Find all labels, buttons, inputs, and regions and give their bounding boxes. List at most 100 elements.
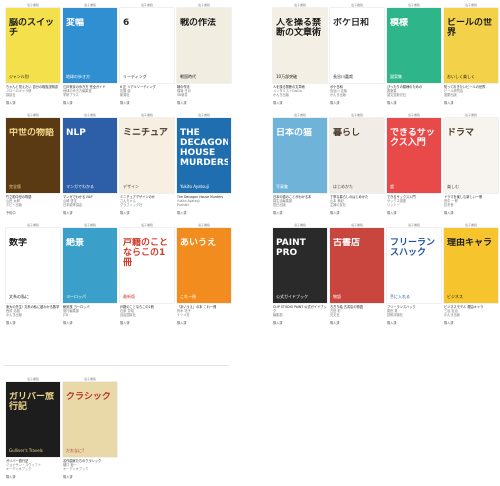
- book-card[interactable]: 電子書籍 日本の猫 写真集 日本の猫のことがわかる本 猫生活編集部 辰巳出版 購入済: [273, 112, 327, 215]
- cover-subtitle: Yukito Ayatsuji: [180, 184, 209, 189]
- book-cover[interactable]: 日本の猫 写真集: [273, 118, 327, 193]
- cover-title: ビールの世界: [447, 18, 493, 38]
- book-card[interactable]: 電子書籍 変幅 地球の歩き方 江戸東京の歩き方 完全ガイド 地球の歩き方編集室 学研プラス…: [63, 2, 117, 105]
- cover-subtitle: 超: [390, 184, 394, 189]
- purchase-status: 購入済: [273, 211, 283, 215]
- book-card[interactable]: 電子書籍 脳のスイッチ ジャンル別 ちゃんと覚えたい 自分の取扱説明書 ジローのキャラ研…: [6, 2, 60, 105]
- cover-title: ガリバー旅行記: [9, 392, 55, 412]
- book-cover[interactable]: できるサックス入門超: [387, 118, 441, 193]
- book-cover[interactable]: 6 リーディング: [120, 8, 174, 83]
- book-card[interactable]: 電子書籍 6 リーディング 6 正 リアルリーディング 佐藤 健新潮社 購入済: [120, 2, 174, 105]
- book-card[interactable]: 電子書籍 できるサックス入門超できるサックス入門 サックス講座 リットー 購入済: [387, 112, 441, 215]
- book-meta: ドラマを楽しむ新しい一冊 田中 一郎 幻冬舎: [444, 195, 498, 208]
- book-cover[interactable]: クラシック だれなに?: [63, 382, 117, 457]
- cover-subtitle: ヨーロッパ: [66, 294, 86, 299]
- book-card[interactable]: 電子書籍 古書店 物語 ちぎり絵 古書店の物語 古田 彩光文社 購入済: [330, 222, 384, 325]
- book-publisher: SB新書: [177, 93, 188, 98]
- book-cover[interactable]: THE DECAGON HOUSE MURDERS Yukito Ayatsuji: [177, 118, 231, 193]
- book-cover[interactable]: ビールの世界 おいしく楽しく: [444, 8, 498, 83]
- book-publisher: 自由国民社: [120, 313, 136, 318]
- book-card[interactable]: 電子書籍 戦の作法 戦国時代 戦の作法 橋場 日月 SB新書 購入済: [177, 2, 231, 105]
- book-card[interactable]: 電子書籍 暮らし はじめかた 丁寧な暮らしのはじめかた 山本 美紀 主婦の友社 購入済: [330, 112, 384, 215]
- book-cover[interactable]: ガリバー旅行記 Gulliver's Travels: [6, 382, 60, 457]
- book-card[interactable]: 電子書籍 ガリバー旅行記 Gulliver's Travels ガリバー旅行記 ジョナサ…: [6, 376, 60, 479]
- purchase-status: 購入済: [63, 321, 73, 325]
- purchase-status: 購入済: [63, 211, 73, 215]
- book-meta: 日本の猫のことがわかる本 猫生活編集部 辰巳出版: [273, 195, 327, 208]
- left-section-divider: [4, 365, 229, 366]
- book-card[interactable]: 電子書籍 ミニチュア デザイン ミニチュアデザインのか さんちゃん グラフィック社 購入済: [120, 112, 174, 215]
- book-card[interactable]: 電子書籍 あいうえ これ一冊 「あいうえ」の本 これ一冊 鈴木 花子 ナツメ社 購入済: [177, 222, 231, 325]
- book-cover[interactable]: 中世の物語 完全版: [6, 118, 60, 193]
- book-card[interactable]: 電子書籍 NLP マンガでわかる マンガでわかる NLP 山崎 啓支 日本能率協会 購入済: [63, 112, 117, 215]
- book-card[interactable]: 電子書籍 数学 文系の私に 東大の先生! 文系の私に超わかる数学 西成 活裕 かんき出版購…: [6, 222, 60, 325]
- book-cover[interactable]: 理由キャラ ビジネス: [444, 228, 498, 303]
- cover-title: 戦の作法: [180, 18, 217, 28]
- book-publisher: 講談社: [6, 93, 16, 98]
- book-cover[interactable]: ドラマ 楽しむ: [444, 118, 498, 193]
- book-cover[interactable]: 暮らし はじめかた: [330, 118, 384, 193]
- book-card[interactable]: 電子書籍 ボケ日和 長谷川嘉哉 ボケ日和 長谷川 嘉哉 かんき出版 購入済: [330, 2, 384, 105]
- cover-subtitle: 長谷川嘉哉: [333, 74, 353, 79]
- book-card[interactable]: 電子書籍 フリーランスハック 手に入れる フリーランスハック 廣田 真技術評論社 購入済: [387, 222, 441, 325]
- book-card[interactable]: 電子書籍 戸籍のことならこの1冊 最新版 戸籍のことならこの1冊 石原 豊昭 自由国民社購…: [120, 222, 174, 325]
- purchase-status: 購入済: [330, 211, 340, 215]
- book-cover[interactable]: あいうえ これ一冊: [177, 228, 231, 303]
- book-cover[interactable]: ミニチュア デザイン: [120, 118, 174, 193]
- book-meta: 「あいうえ」の本 これ一冊 鈴木 花子 ナツメ社: [177, 305, 231, 318]
- book-cover[interactable]: NLP マンガでわかる: [63, 118, 117, 193]
- book-publisher: オーディオブック: [6, 467, 32, 472]
- book-cover[interactable]: 数学 文系の私に: [6, 228, 60, 303]
- book-cover[interactable]: 戸籍のことならこの1冊 最新版: [120, 228, 174, 303]
- book-cover[interactable]: 戦の作法 戦国時代: [177, 8, 231, 83]
- book-card[interactable]: 電子書籍 人を操る禁断の文章術 10万部突破 人を操る禁断の文章術 メンタリストDaiG…: [273, 2, 327, 105]
- book-meta: フリーランスハック 廣田 真技術評論社: [387, 305, 441, 318]
- cover-title: 日本の猫: [276, 128, 313, 138]
- purchase-status: 購入済: [387, 321, 397, 325]
- book-card[interactable]: 電子書籍 PAINT PRO 公式ガイドブック CLIP STUDIO PAINT 公…: [273, 222, 327, 325]
- book-cover[interactable]: フリーランスハック 手に入れる: [387, 228, 441, 303]
- book-publisher: 学研プラス: [63, 93, 79, 98]
- book-meta: マンガでわかる NLP 山崎 啓支 日本能率協会: [63, 195, 117, 208]
- book-publisher: JTB: [63, 313, 69, 318]
- book-card[interactable]: 電子書籍 模様 図案集 ぴったりの模様のための 図案集 誠文堂新光社 購入済: [387, 2, 441, 105]
- cover-title: 数学: [9, 238, 28, 248]
- cover-subtitle: 文系の私に: [9, 294, 29, 299]
- book-card[interactable]: 電子書籍 ドラマ 楽しむ ドラマを楽しむ新しい一冊 田中 一郎 幻冬舎 購入済: [444, 112, 498, 215]
- book-cover[interactable]: 脳のスイッチ ジャンル別: [6, 8, 60, 83]
- book-meta: CLIP STUDIO PAINT 公式ガイドブック編集部翔泳社: [273, 305, 327, 318]
- cover-title: ドラマ: [447, 128, 475, 138]
- book-publisher: かんき出版: [330, 93, 346, 98]
- cover-title: 脳のスイッチ: [9, 18, 55, 38]
- cover-subtitle: はじめかた: [333, 184, 353, 189]
- purchase-status: 購入済: [6, 475, 16, 479]
- book-meta: 知っておきたいビールの世界 ビール研究会 旭屋出版: [444, 85, 498, 98]
- book-meta: ボケ日和 長谷川 嘉哉 かんき出版: [330, 85, 384, 98]
- book-publisher: 幻冬舎: [444, 203, 454, 208]
- purchase-status: 購入済: [444, 101, 454, 105]
- book-card[interactable]: 電子書籍 絶景 ヨーロッパ 絶景旅 ヨーロッパ 旅行編集部 JTB 購入済: [63, 222, 117, 325]
- book-meta: 江戸東京の歩き方 完全ガイド 地球の歩き方編集室 学研プラス: [63, 85, 117, 98]
- book-cover[interactable]: 古書店 物語: [330, 228, 384, 303]
- book-publisher: 技術評論社: [387, 313, 403, 318]
- book-publisher: ナツメ社: [177, 313, 190, 318]
- cover-title: できるサックス入門: [390, 128, 435, 148]
- cover-subtitle: 図案集: [390, 74, 402, 79]
- book-cover[interactable]: 模様 図案集: [387, 8, 441, 83]
- book-cover[interactable]: PAINT PRO 公式ガイドブック: [273, 228, 327, 303]
- book-card[interactable]: 電子書籍 クラシック だれなに? 名作曲家たちのクラシック 樋口 裕一 オーディオブック購…: [63, 376, 117, 479]
- book-publisher: 日本能率協会: [63, 203, 83, 208]
- purchase-status: 購入済: [63, 101, 73, 105]
- cover-subtitle: 物語: [333, 294, 341, 299]
- book-cover[interactable]: 変幅 地球の歩き方: [63, 8, 117, 83]
- book-cover[interactable]: 絶景 ヨーロッパ: [63, 228, 117, 303]
- book-card[interactable]: 電子書籍 中世の物語 完全版 竹之助中世の物語 山田 太郎 ホビー出版 予約中: [6, 112, 60, 215]
- cover-subtitle: ビジネス: [447, 294, 463, 299]
- book-cover[interactable]: 人を操る禁断の文章術 10万部突破: [273, 8, 327, 83]
- book-meta: 名作曲家たちのクラシック 樋口 裕一 オーディオブック: [63, 459, 117, 472]
- book-card[interactable]: 電子書籍 ビールの世界 おいしく楽しく 知っておきたいビールの世界 ビール研究会 旭屋出版…: [444, 2, 498, 105]
- cover-title: 模様: [390, 18, 409, 28]
- book-card[interactable]: 電子書籍 理由キャラ ビジネス ビジネスモデル 理由キャラ 三谷 宏治 かんき出版 購入済: [444, 222, 498, 325]
- book-card[interactable]: 電子書籍 THE DECAGON HOUSE MURDERS Yukito Ayat…: [177, 112, 231, 215]
- book-cover[interactable]: ボケ日和 長谷川嘉哉: [330, 8, 384, 83]
